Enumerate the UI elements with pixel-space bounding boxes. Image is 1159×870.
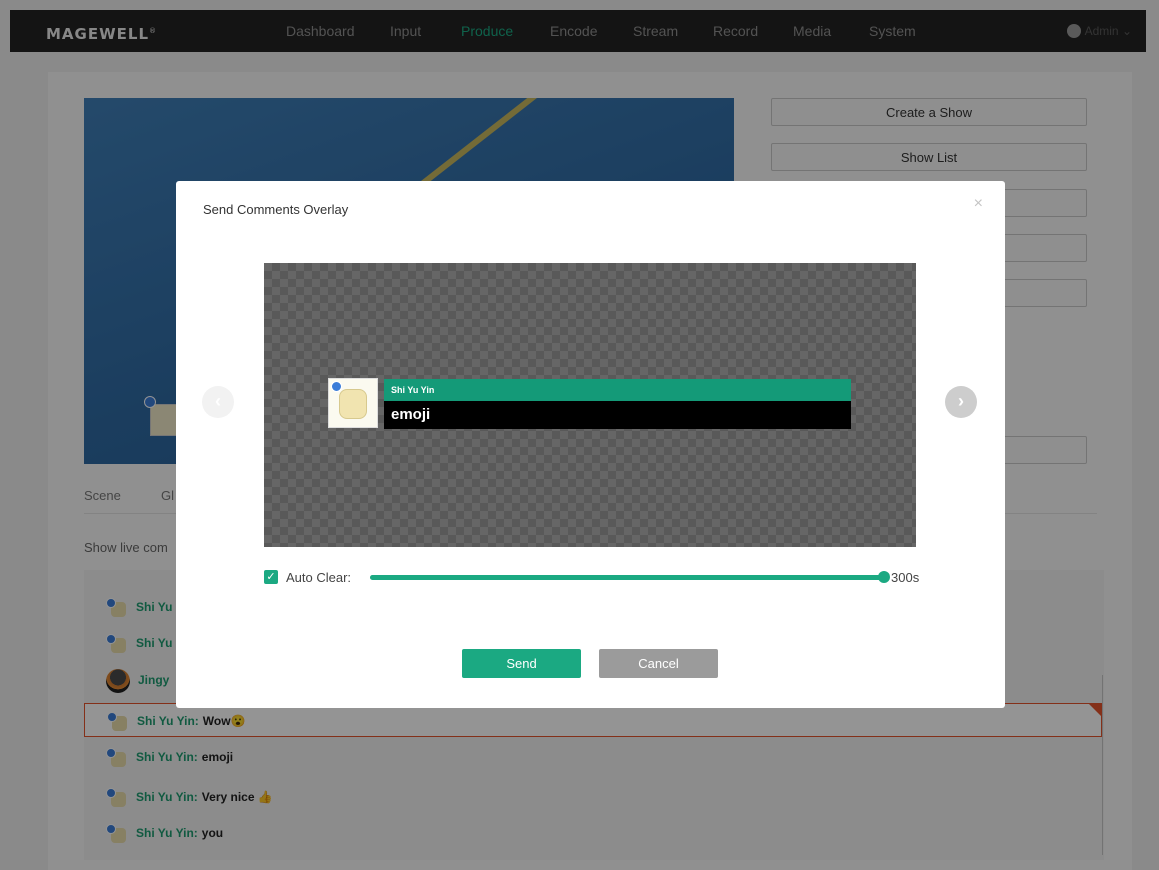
- auto-clear-checkbox[interactable]: ✓: [264, 570, 278, 584]
- overlay-text-bar: emoji: [384, 401, 851, 429]
- auto-clear-value: 300s: [891, 570, 920, 585]
- auto-clear-row: ✓ Auto Clear: 300s: [264, 569, 944, 587]
- overlay-preview: Shi Yu Yin emoji: [264, 263, 916, 547]
- cancel-button[interactable]: Cancel: [599, 649, 718, 678]
- chevron-left-icon[interactable]: ‹: [202, 386, 234, 418]
- auto-clear-label: Auto Clear:: [286, 570, 352, 585]
- bunny-avatar-icon: [339, 389, 367, 419]
- overlay-avatar: [328, 378, 378, 428]
- send-comments-overlay-dialog: Send Comments Overlay × ‹ › Shi Yu Yin e…: [176, 181, 1005, 708]
- chevron-right-icon[interactable]: ›: [945, 386, 977, 418]
- send-button[interactable]: Send: [462, 649, 581, 678]
- badge-icon: [331, 381, 342, 392]
- slider-fill: [370, 575, 884, 580]
- auto-clear-slider[interactable]: [370, 571, 890, 583]
- check-icon: ✓: [266, 571, 276, 583]
- close-icon[interactable]: ×: [974, 195, 983, 213]
- dialog-title: Send Comments Overlay: [203, 202, 349, 217]
- slider-thumb[interactable]: [878, 571, 890, 583]
- overlay-name-bar: Shi Yu Yin: [384, 379, 851, 401]
